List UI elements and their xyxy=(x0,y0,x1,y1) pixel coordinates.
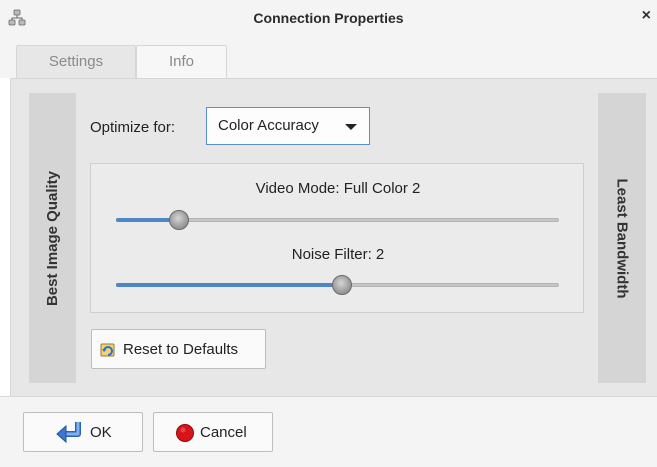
least-bandwidth-band: Least Bandwidth xyxy=(598,93,646,383)
cancel-button[interactable]: Cancel xyxy=(153,412,273,452)
reset-icon xyxy=(100,343,115,357)
noise-filter-label: Noise Filter: 2 xyxy=(291,246,385,263)
least-bandwidth-label: Least Bandwidth xyxy=(613,177,631,299)
best-quality-label: Best Image Quality xyxy=(44,170,62,306)
chevron-down-icon xyxy=(345,124,357,130)
window-title: Connection Properties xyxy=(253,10,404,26)
ok-return-arrow-icon xyxy=(56,422,81,444)
reset-defaults-label: Reset to Defaults xyxy=(123,341,239,358)
tab-bar: Settings Info xyxy=(0,36,657,80)
optimize-label: Optimize for: xyxy=(90,119,176,136)
noise-filter-fill xyxy=(116,283,341,287)
cancel-label: Cancel xyxy=(200,424,247,441)
optimize-select-value: Color Accuracy xyxy=(218,117,319,134)
video-mode-thumb[interactable] xyxy=(168,210,189,230)
tab-info[interactable]: Info xyxy=(136,45,227,79)
video-mode-slider[interactable] xyxy=(116,210,559,230)
ok-label: OK xyxy=(90,424,112,441)
best-quality-band: Best Image Quality xyxy=(29,93,76,383)
noise-filter-slider[interactable] xyxy=(116,275,559,295)
tab-settings[interactable]: Settings xyxy=(16,45,136,80)
slider-group: Video Mode: Full Color 2 Noise Filter: 2 xyxy=(90,163,584,313)
ok-button[interactable]: OK xyxy=(23,412,143,452)
optimize-select[interactable]: Color Accuracy xyxy=(206,107,370,145)
red-circle-icon xyxy=(176,424,194,442)
noise-filter-thumb[interactable] xyxy=(331,275,352,295)
reset-defaults-button[interactable]: Reset to Defaults xyxy=(91,329,266,369)
video-mode-label: Video Mode: Full Color 2 xyxy=(255,180,421,197)
title-bar: Connection Properties × xyxy=(0,0,657,37)
close-icon[interactable]: × xyxy=(642,7,651,25)
